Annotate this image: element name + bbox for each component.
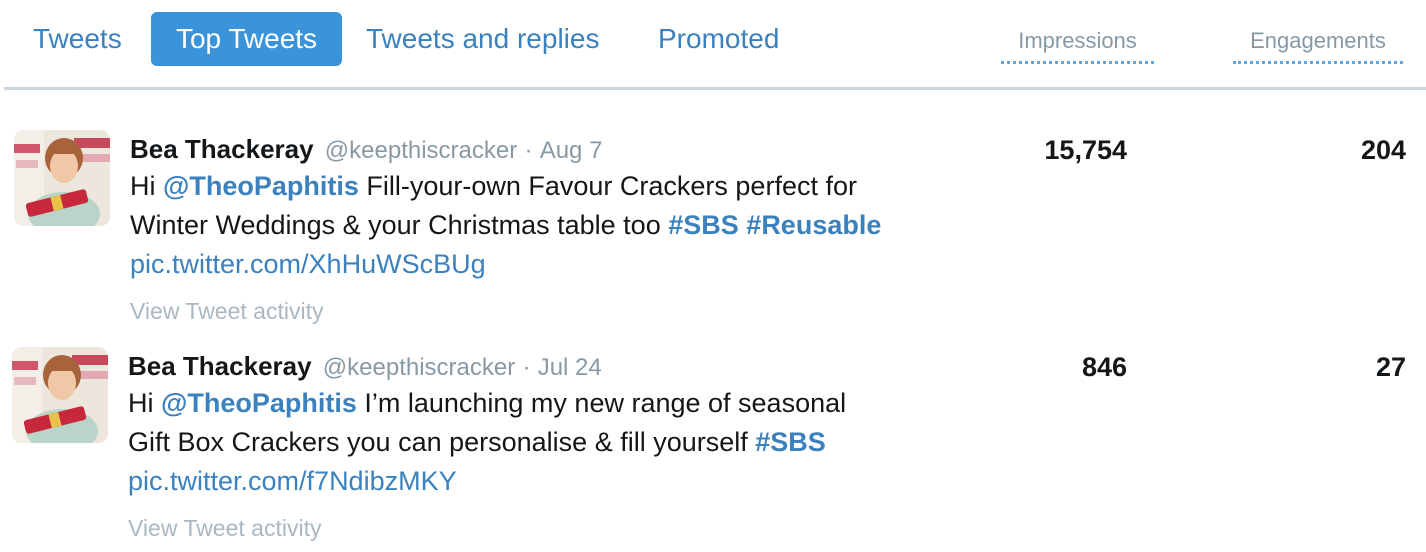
pic-link[interactable]: pic.twitter.com/f7NdibzMKY (128, 466, 457, 496)
tweet-text: Hi @TheoPaphitis I’m launching my new ra… (128, 384, 848, 501)
tab-top-tweets[interactable]: Top Tweets (151, 12, 342, 66)
view-tweet-activity-link[interactable]: View Tweet activity (128, 513, 321, 543)
impressions-value: 15,754 (1044, 135, 1127, 165)
date-separator: · (524, 137, 533, 164)
tabs-header: Tweets Top Tweets Tweets and replies Pro… (0, 0, 1426, 90)
engagements-value: 27 (1375, 352, 1406, 382)
engagements-value: 204 (1360, 135, 1406, 165)
avatar-photo (12, 347, 108, 443)
pic-link[interactable]: pic.twitter.com/XhHuWScBUg (130, 249, 486, 279)
impressions-value: 846 (1081, 352, 1127, 382)
tweet-text: Hi @TheoPaphitis Fill-your-own Favour Cr… (130, 167, 920, 284)
tweet-date[interactable]: Jul 24 (538, 354, 602, 381)
avatar-photo (14, 130, 110, 226)
avatar[interactable] (12, 347, 108, 443)
tweet-text-part: Hi (128, 388, 161, 418)
tweet-header: Bea Thackeray @keepthiscracker · Jul 24 (128, 345, 928, 385)
engagements-column-header[interactable]: Engagements (1233, 24, 1403, 64)
hashtag-link[interactable]: #SBS (668, 210, 739, 240)
author-name[interactable]: Bea Thackeray (128, 351, 312, 381)
tweet-activity-page: Tweets Top Tweets Tweets and replies Pro… (0, 0, 1426, 552)
author-handle[interactable]: @keepthiscracker (323, 354, 515, 381)
hashtag-link[interactable]: #SBS (755, 427, 826, 457)
header-divider (4, 87, 1426, 90)
tab-tweets[interactable]: Tweets (33, 12, 122, 66)
tweet-row: Bea Thackeray @keepthiscracker · Aug 7 H… (0, 128, 1426, 328)
date-separator: · (522, 354, 531, 381)
tweet-row: Bea Thackeray @keepthiscracker · Jul 24 … (0, 345, 1426, 545)
mention-link[interactable]: @TheoPaphitis (161, 388, 357, 418)
tweet-header: Bea Thackeray @keepthiscracker · Aug 7 (130, 128, 930, 168)
impressions-column-header[interactable]: Impressions (1001, 24, 1154, 64)
author-handle[interactable]: @keepthiscracker (325, 137, 517, 164)
hashtag-link[interactable]: #Reusable (746, 210, 881, 240)
tweet-text-part: Hi (130, 171, 163, 201)
tweet-body: Bea Thackeray @keepthiscracker · Aug 7 H… (130, 128, 930, 326)
tab-promoted[interactable]: Promoted (658, 12, 779, 66)
view-tweet-activity-link[interactable]: View Tweet activity (130, 296, 323, 326)
author-name[interactable]: Bea Thackeray (130, 134, 314, 164)
mention-link[interactable]: @TheoPaphitis (163, 171, 359, 201)
tweet-body: Bea Thackeray @keepthiscracker · Jul 24 … (128, 345, 928, 543)
tab-tweets-and-replies[interactable]: Tweets and replies (366, 12, 599, 66)
avatar[interactable] (14, 130, 110, 226)
tweet-date[interactable]: Aug 7 (540, 137, 603, 164)
